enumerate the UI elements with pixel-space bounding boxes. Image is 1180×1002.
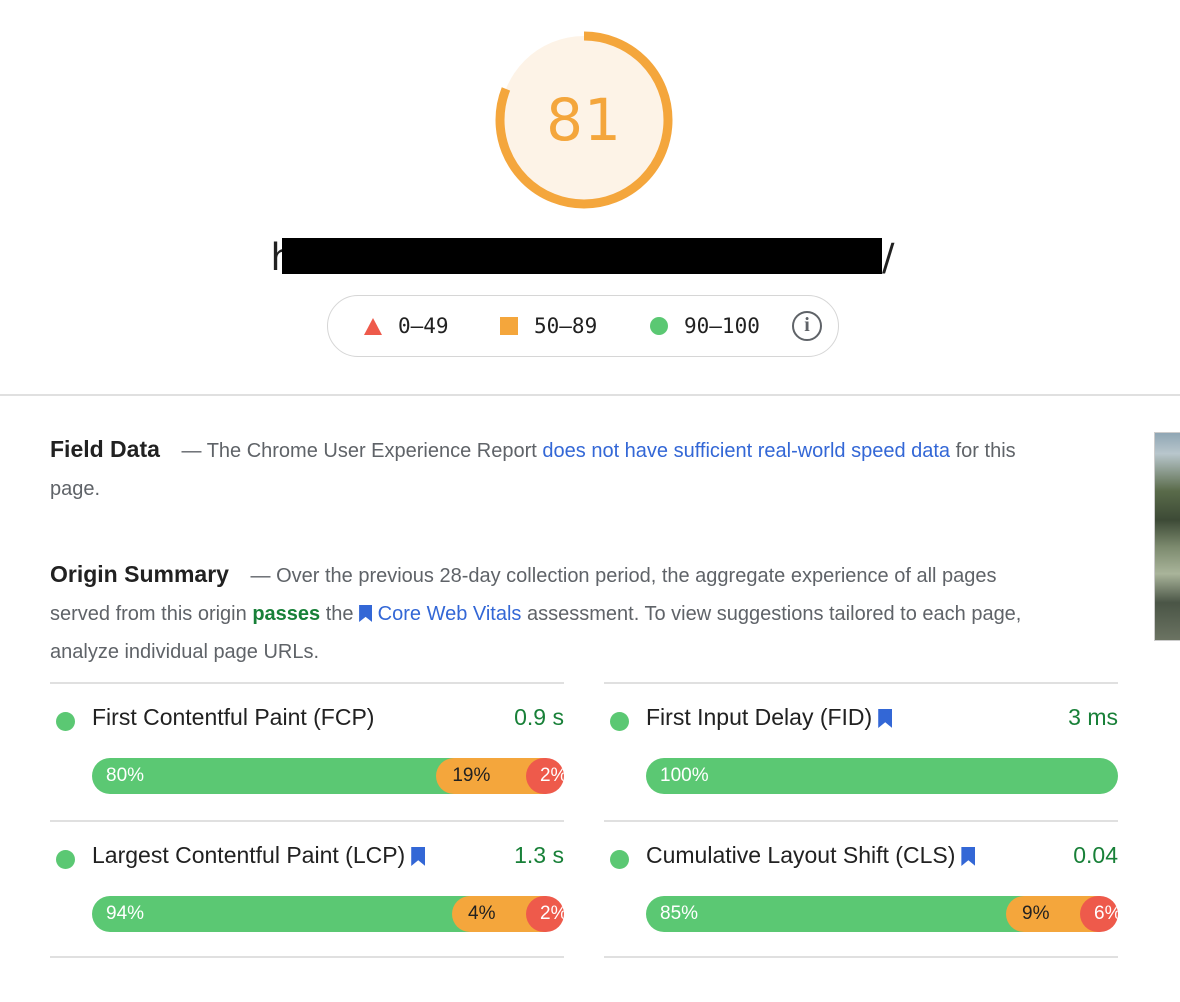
metric-value: 0.9 s [514, 704, 564, 730]
bookmark-icon [961, 847, 976, 866]
metric-cls: Cumulative Layout Shift (CLS) 0.04 85% 9… [604, 820, 1118, 958]
field-data-text-before: The Chrome User Experience Report [206, 440, 537, 462]
metric-name-text: First Contentful Paint (FCP) [92, 704, 375, 730]
metric-value: 1.3 s [514, 842, 564, 868]
distribution-bar: 85% 9% 6% [646, 896, 1118, 932]
metric-name-text: Largest Contentful Paint (LCP) [92, 842, 406, 868]
metric-fcp: First Contentful Paint (FCP) 0.9 s 80% 1… [50, 682, 564, 820]
distribution-good: 94% [92, 896, 470, 932]
distribution-bar: 80% 19% 2% [92, 758, 564, 794]
core-web-vitals-link[interactable]: Core Web Vitals [359, 603, 521, 625]
legend-label-poor: 0–49 [398, 314, 449, 338]
section-divider [0, 394, 1180, 396]
legend-item-average: 50–89 [500, 296, 597, 356]
legend-item-poor: 0–49 [364, 296, 449, 356]
green-circle-icon [56, 850, 75, 869]
insufficient-data-link[interactable]: does not have sufficient real-world spee… [542, 440, 950, 462]
distribution-poor: 2% [525, 758, 564, 794]
bookmark-icon [359, 605, 373, 622]
metric-name[interactable]: Cumulative Layout Shift (CLS) [646, 842, 976, 869]
distribution-poor: 6% [1080, 896, 1118, 932]
metric-fid: First Input Delay (FID) 3 ms 100% [604, 682, 1118, 820]
bookmark-icon [411, 847, 426, 866]
metric-value: 3 ms [1068, 704, 1118, 730]
green-circle-icon [610, 712, 629, 731]
origin-summary-title: Origin Summary [50, 561, 229, 587]
green-circle-icon [650, 317, 668, 335]
legend-label-good: 90–100 [684, 314, 760, 338]
legend-label-average: 50–89 [534, 314, 598, 338]
metric-name-text: First Input Delay (FID) [646, 704, 873, 730]
info-icon[interactable]: i [792, 311, 822, 341]
performance-score: 81 [546, 86, 622, 154]
score-legend: 0–49 50–89 90–100 i [327, 295, 839, 357]
orange-square-icon [500, 317, 518, 335]
assessment-result: passes [252, 603, 321, 625]
field-data-title: Field Data [50, 436, 160, 462]
distribution-bar: 94% 4% 2% [92, 896, 564, 932]
origin-summary-text-2: the [325, 603, 354, 625]
field-data-section: Field Data — The Chrome User Experience … [50, 430, 1050, 508]
distribution-good: 80% [92, 758, 455, 794]
green-circle-icon [56, 712, 75, 731]
distribution-good: 100% [646, 758, 1118, 794]
metric-name-text: Cumulative Layout Shift (CLS) [646, 842, 956, 868]
distribution-bar: 100% [646, 758, 1118, 794]
page-screenshot-thumbnail[interactable] [1154, 432, 1180, 641]
field-data-dash: — [181, 440, 202, 462]
metric-name[interactable]: First Contentful Paint (FCP) [92, 704, 374, 731]
red-triangle-icon [364, 317, 382, 335]
origin-summary-section: Origin Summary — Over the previous 28-da… [50, 555, 1040, 671]
performance-score-gauge: 81 [492, 28, 676, 212]
url-end: / [881, 236, 895, 279]
metric-name[interactable]: Largest Contentful Paint (LCP) [92, 842, 426, 869]
legend-item-good: 90–100 [650, 296, 760, 356]
url-redaction-bar [282, 238, 882, 274]
metric-value: 0.04 [1073, 842, 1118, 868]
tested-url: h/ [0, 234, 1180, 280]
metric-lcp: Largest Contentful Paint (LCP) 1.3 s 94%… [50, 820, 564, 958]
metric-name[interactable]: First Input Delay (FID) [646, 704, 893, 731]
distribution-poor: 2% [526, 896, 564, 932]
bookmark-icon [878, 709, 893, 728]
core-web-vitals-label: Core Web Vitals [377, 603, 522, 625]
green-circle-icon [610, 850, 629, 869]
distribution-good: 85% [646, 896, 1024, 932]
origin-summary-dash: — [250, 565, 271, 587]
